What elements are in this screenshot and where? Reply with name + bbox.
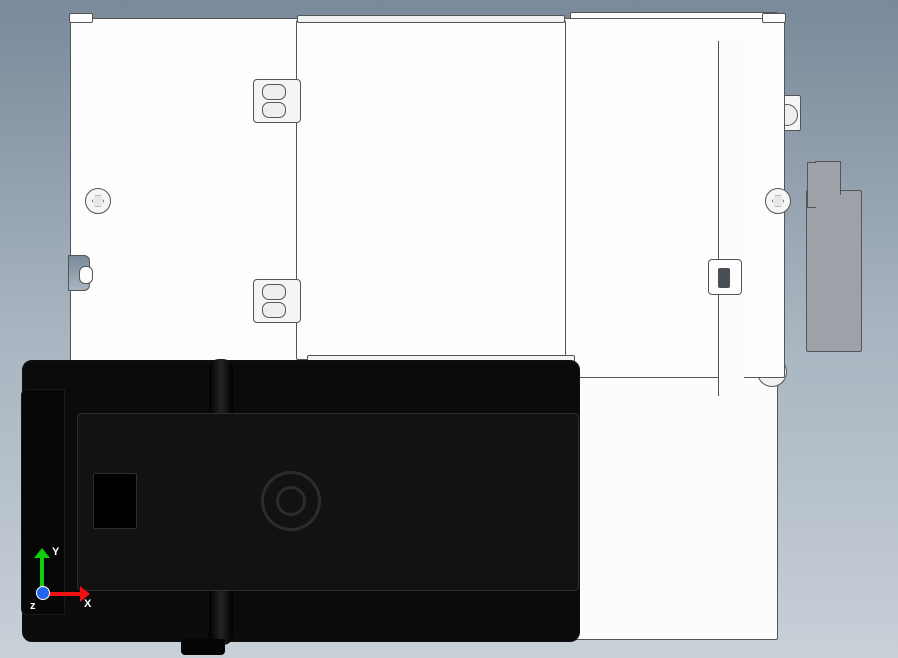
hex-bolt-left bbox=[85, 188, 111, 214]
hex-bolt-right bbox=[765, 188, 791, 214]
y-axis-arrow-icon bbox=[34, 548, 50, 558]
right-slot bbox=[708, 259, 742, 295]
motor-port bbox=[93, 473, 137, 529]
motor-face bbox=[77, 413, 579, 591]
left-slot bbox=[68, 255, 90, 291]
standoff-top bbox=[253, 79, 301, 123]
orientation-triad[interactable]: Y X z bbox=[22, 534, 102, 614]
inner-panel bbox=[296, 20, 566, 360]
z-axis-label: z bbox=[30, 600, 36, 612]
z-axis-icon bbox=[36, 586, 50, 600]
bracket-hook bbox=[815, 161, 841, 195]
right-column bbox=[718, 41, 744, 396]
mount-bracket bbox=[806, 190, 862, 352]
motor-foot bbox=[181, 639, 225, 655]
standoff-bottom bbox=[253, 279, 301, 323]
motor-shaft-ring bbox=[261, 471, 321, 531]
cad-viewport[interactable]: Y X z bbox=[0, 0, 898, 658]
x-axis-label: X bbox=[84, 598, 91, 610]
y-axis-label: Y bbox=[52, 546, 59, 558]
motor-assembly bbox=[22, 360, 580, 642]
panel-top-lip bbox=[297, 15, 565, 23]
